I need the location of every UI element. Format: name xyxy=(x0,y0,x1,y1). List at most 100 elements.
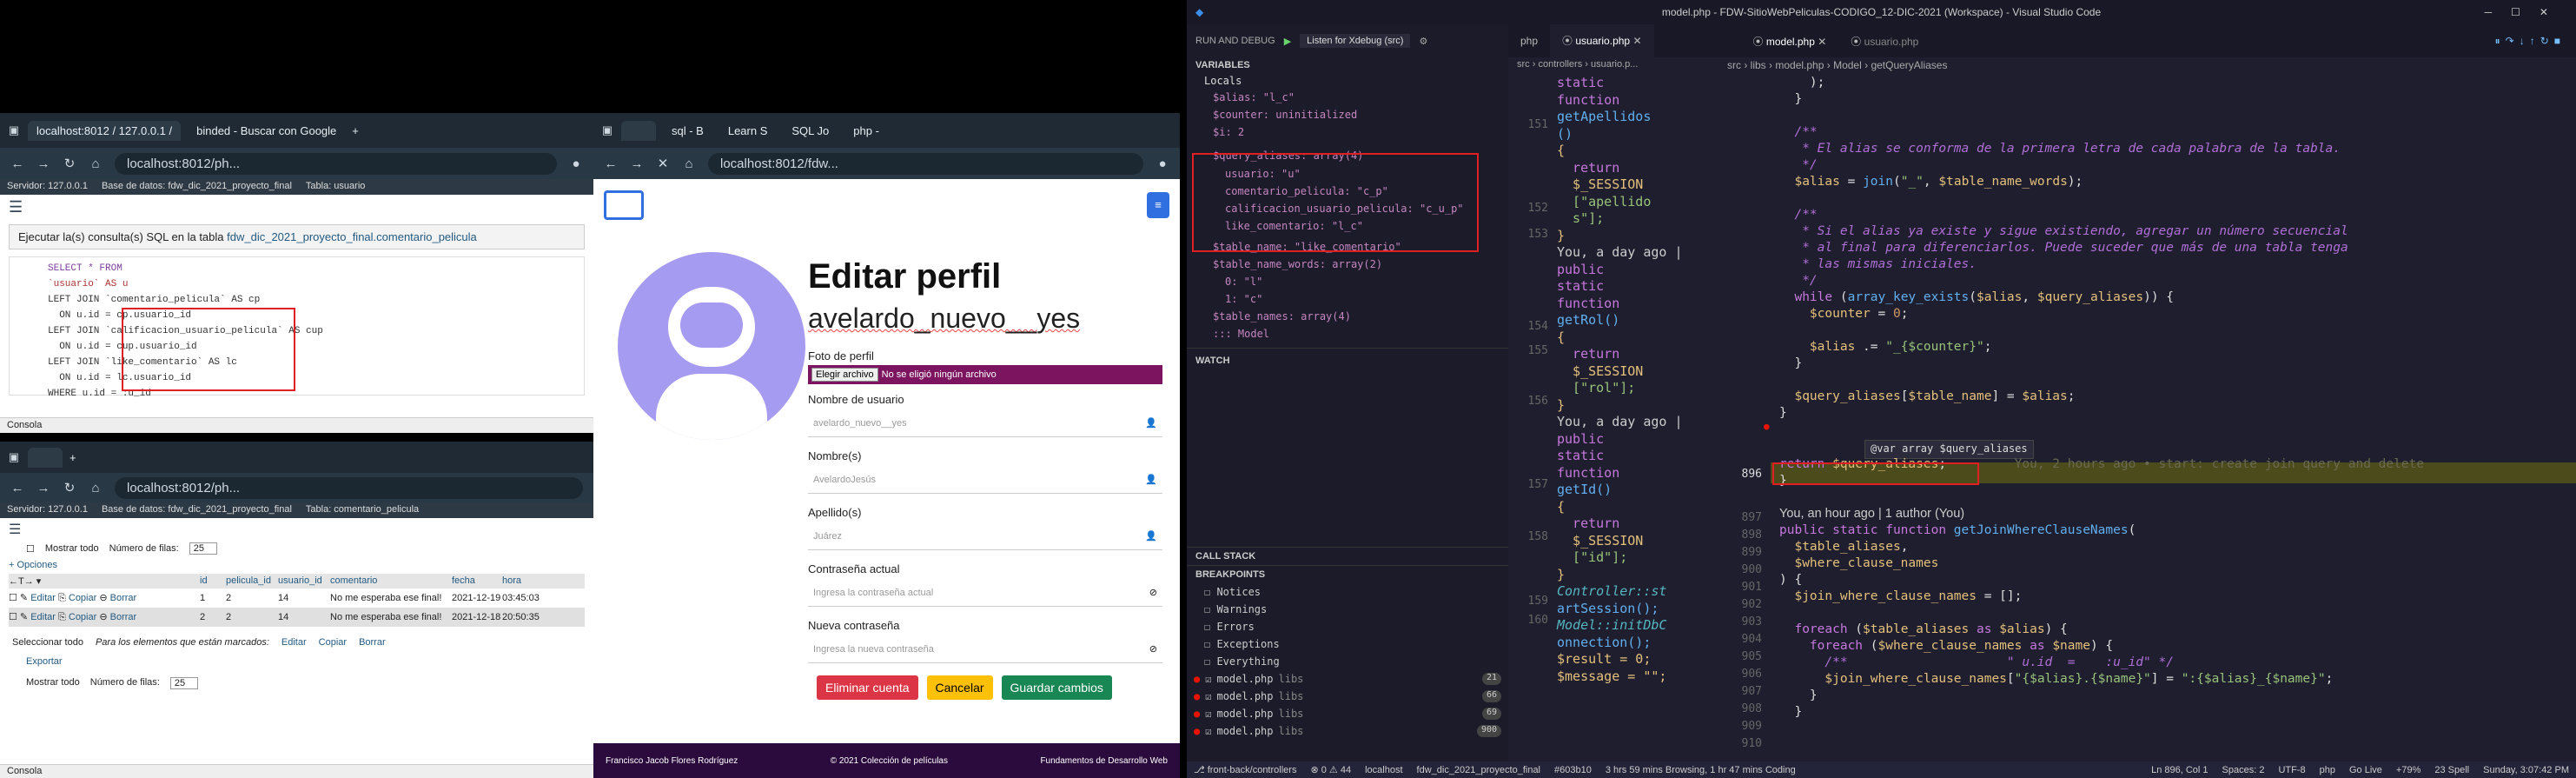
crumb[interactable]: src xyxy=(1517,59,1530,70)
column-header[interactable]: usuario_id xyxy=(278,575,330,587)
db-item[interactable]: fdw_dic_2021_proyecto_final xyxy=(1417,765,1541,775)
home-icon[interactable]: ⌂ xyxy=(89,156,103,171)
options-link[interactable]: + Opciones xyxy=(0,558,593,572)
var-child[interactable]: 0: "l" xyxy=(1187,273,1508,290)
forward-icon[interactable]: → xyxy=(36,481,50,495)
copy-link[interactable]: Copiar xyxy=(69,593,96,603)
back-icon[interactable]: ← xyxy=(10,481,24,495)
var-table-name-words[interactable]: $table_name_words: array(2) xyxy=(1187,256,1508,273)
sql-editor[interactable]: SELECT * FROM `usuario` AS u LEFT JOIN `… xyxy=(9,256,585,399)
select-all-label[interactable]: Seleccionar todo xyxy=(12,637,83,648)
lastname-input[interactable]: Juárez 👤 xyxy=(808,522,1162,550)
cell-fecha[interactable]: 2021-12-18 xyxy=(452,612,502,622)
current-password-input[interactable]: Ingresa la contraseña actual ⊘ xyxy=(808,579,1162,607)
profile-icon[interactable]: ● xyxy=(1156,156,1169,171)
breadcrumb-db[interactable]: Base de datos: fdw_dic_2021_proyecto_fin… xyxy=(102,504,292,516)
bulk-edit-link[interactable]: Editar xyxy=(281,637,307,648)
column-header[interactable]: comentario xyxy=(330,575,452,587)
cell-pelicula-id[interactable]: 2 xyxy=(226,612,278,622)
stop-icon[interactable]: ✕ xyxy=(656,156,670,171)
cell-fecha[interactable]: 2021-12-19 xyxy=(452,593,502,603)
rows-select[interactable]: 25 xyxy=(189,542,217,555)
branch-item[interactable]: ⎇ front-back/controllers xyxy=(1194,764,1296,775)
save-button[interactable]: Guardar cambios xyxy=(1001,675,1112,700)
edit-link[interactable]: Editar xyxy=(30,612,56,622)
reload-icon[interactable]: ↻ xyxy=(63,156,76,171)
breadcrumb-server[interactable]: Servidor: 127.0.0.1 xyxy=(7,504,88,516)
forward-icon[interactable]: → xyxy=(630,156,644,171)
editor-tab[interactable]: ⦿ usuario.php xyxy=(1838,34,1930,49)
breadcrumb-table[interactable]: Tabla: usuario xyxy=(306,181,366,193)
rows-select[interactable]: 25 xyxy=(169,677,199,689)
breakpoint-option[interactable]: ☐ Warnings xyxy=(1187,601,1508,618)
breakpoint-file[interactable]: ● ☑ model.php libs 900 xyxy=(1187,722,1508,740)
spell-item[interactable]: 23 Spell xyxy=(2434,765,2469,775)
editor-tab[interactable]: php xyxy=(1508,35,1550,47)
browser-tab[interactable] xyxy=(621,120,656,141)
reload-icon[interactable]: ↻ xyxy=(63,480,76,495)
breadcrumb-server[interactable]: Servidor: 127.0.0.1 xyxy=(7,181,88,193)
var-model[interactable]: ::: Model xyxy=(1187,325,1508,342)
export-link[interactable]: Exportar xyxy=(0,656,593,667)
browser-tab[interactable]: sql - B xyxy=(663,121,712,141)
back-icon[interactable]: ← xyxy=(10,156,24,171)
edit-link[interactable]: Editar xyxy=(30,593,56,603)
url-field[interactable]: localhost:8012/ph... xyxy=(115,476,583,499)
breakpoint-option[interactable]: ☐ Notices xyxy=(1187,583,1508,601)
crumb[interactable]: usuario.p... xyxy=(1591,59,1638,70)
server-item[interactable]: localhost xyxy=(1365,765,1402,775)
browser-tab[interactable]: Learn S xyxy=(719,121,777,141)
delete-link[interactable]: Borrar xyxy=(110,593,137,603)
file-button[interactable]: Elegir archivo xyxy=(811,368,878,382)
left-editor[interactable]: 151 152 153 154 155 156 157 158 159 160 … xyxy=(1508,75,1717,761)
bulk-delete-link[interactable]: Borrar xyxy=(359,637,386,648)
breadcrumb-db[interactable]: Base de datos: fdw_dic_2021_proyecto_fin… xyxy=(102,181,292,193)
eye-off-icon[interactable]: ⊘ xyxy=(1149,587,1157,598)
language-item[interactable]: php xyxy=(2320,765,2335,775)
problems-item[interactable]: ⊗ 0 ⚠ 44 xyxy=(1310,764,1351,775)
cell-usuario-id[interactable]: 14 xyxy=(278,593,330,603)
copy-link[interactable]: Copiar xyxy=(69,612,96,622)
home-icon[interactable]: ⌂ xyxy=(682,156,696,171)
indent-item[interactable]: Spaces: 2 xyxy=(2222,765,2265,775)
crumb[interactable]: model.php xyxy=(1775,59,1824,71)
site-logo[interactable] xyxy=(604,190,644,220)
column-header[interactable]: fecha xyxy=(452,575,502,587)
forward-icon[interactable]: → xyxy=(36,156,50,171)
crumb[interactable]: libs xyxy=(1751,59,1766,71)
browser-tab[interactable]: localhost:8012 / 127.0.0.1 / xyxy=(28,120,182,141)
new-tab-icon[interactable]: + xyxy=(70,451,76,464)
breakpoint-file[interactable]: ● ☑ model.php libs 66 xyxy=(1187,688,1508,705)
eye-off-icon[interactable]: ⊘ xyxy=(1149,643,1157,655)
cell-id[interactable]: 1 xyxy=(200,593,226,603)
start-debug-icon[interactable]: ▶ xyxy=(1284,36,1291,47)
encoding-item[interactable]: UTF-8 xyxy=(2278,765,2305,775)
back-icon[interactable]: ← xyxy=(604,156,618,171)
navbar-toggle-button[interactable]: ≡ xyxy=(1147,192,1169,218)
column-header[interactable]: id xyxy=(200,575,226,587)
new-password-input[interactable]: Ingresa la nueva contraseña ⊘ xyxy=(808,635,1162,663)
cell-hora[interactable]: 20:50:35 xyxy=(502,612,546,622)
delete-account-button[interactable]: Eliminar cuenta xyxy=(817,675,918,700)
sql-table-link[interactable]: fdw_dic_2021_proyecto_final.comentario_p… xyxy=(227,230,477,243)
editor-tab[interactable]: ⦿ usuario.php ✕ xyxy=(1550,24,1654,57)
breadcrumb-table[interactable]: Tabla: comentario_pelicula xyxy=(306,504,419,516)
username-input[interactable]: avelardo_nuevo__yes 👤 xyxy=(808,409,1162,437)
variables-header[interactable]: VARIABLES xyxy=(1187,57,1508,73)
wakatime-item[interactable]: 3 hrs 59 mins Browsing, 1 hr 47 mins Cod… xyxy=(1606,765,1796,775)
callstack-header[interactable]: CALL STACK xyxy=(1187,547,1508,565)
cell-comentario[interactable]: No me esperaba ese final! xyxy=(330,612,452,622)
browser-tab[interactable]: php - xyxy=(844,121,888,141)
cursor-position[interactable]: Ln 896, Col 1 xyxy=(2151,765,2208,775)
cell-pelicula-id[interactable]: 2 xyxy=(226,593,278,603)
checkbox[interactable]: ☐ xyxy=(26,543,35,555)
new-tab-icon[interactable]: + xyxy=(352,124,359,137)
editor-tab[interactable]: ⦿ model.php ✕ xyxy=(1741,34,1839,49)
cancel-button[interactable]: Cancelar xyxy=(926,675,993,700)
debug-config-select[interactable]: Listen for Xdebug (src) xyxy=(1300,34,1411,48)
breakpoint-file[interactable]: ● ☑ model.php libs 69 xyxy=(1187,705,1508,722)
menu-icon[interactable]: ☰ xyxy=(0,518,593,539)
breakpoint-file[interactable]: ● ☑ model.php libs 21 xyxy=(1187,670,1508,688)
column-header[interactable]: hora xyxy=(502,575,546,587)
cell-hora[interactable]: 03:45:03 xyxy=(502,593,546,603)
